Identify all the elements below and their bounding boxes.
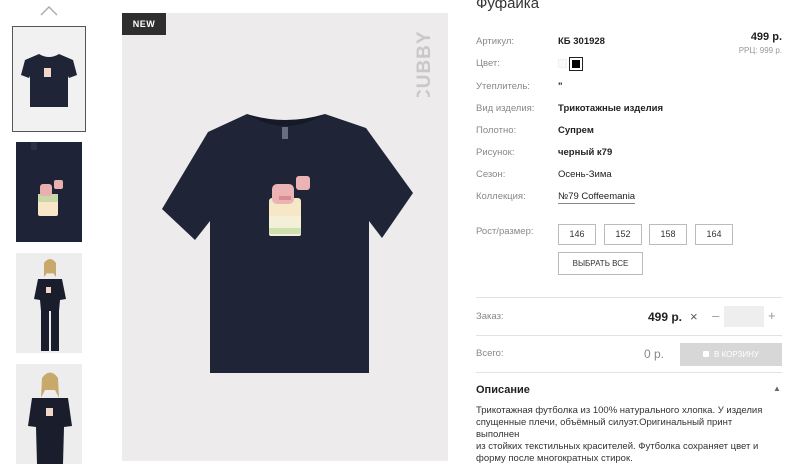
increase-quantity-button[interactable]: + (768, 308, 776, 323)
divider (476, 372, 782, 373)
total-label: Всего: (476, 348, 504, 359)
fabric-value: Супрем (558, 125, 594, 136)
pattern-label: Рисунок: (476, 147, 515, 158)
product-type-value: Трикотажные изделия (558, 103, 664, 114)
add-to-cart-label: В КОРЗИНУ (714, 350, 759, 359)
description-heading[interactable]: Описание (476, 384, 530, 396)
description-line: форму после многократных стирок. (476, 453, 633, 464)
select-all-sizes-button[interactable]: ВЫБРАТЬ ВСЕ (558, 252, 643, 275)
model-full-graphic (16, 253, 82, 353)
article-value: КБ 301928 (558, 36, 605, 47)
description-text: Трикотажная футболка из 100% натуральног… (476, 405, 776, 465)
collection-link[interactable]: №79 Coffeemania (558, 191, 636, 204)
size-button-152[interactable]: 152 (604, 224, 642, 245)
color-label: Цвет: (476, 58, 500, 69)
total-value: 0 р. (644, 347, 665, 361)
thumbnail-gallery (0, 0, 100, 464)
tshirt-graphic (162, 114, 413, 373)
tshirt-thumb-graphic (21, 54, 77, 107)
order-price: 499 р. (648, 310, 683, 324)
thumbnail-image[interactable] (16, 253, 82, 353)
description-line: из стойких текстильных красителей. Футбо… (476, 441, 759, 452)
thumbnail-image[interactable] (16, 364, 82, 464)
product-title: Фуфайка (476, 0, 540, 12)
thumbnail-image[interactable] (12, 26, 86, 132)
pattern-value: черный к79 (558, 147, 613, 158)
insulation-value: " (558, 81, 563, 92)
article-label: Артикул: (476, 36, 515, 47)
description-line: спущенные плечи, объёмный силуэт.Оригина… (476, 417, 733, 440)
color-swatch-white[interactable] (558, 59, 567, 68)
season-value: Осень-Зима (558, 169, 612, 180)
size-label: Рост/размер: (476, 226, 534, 237)
chevron-up-icon[interactable] (39, 4, 59, 18)
recommended-price: РРЦ: 999 р. (738, 46, 782, 55)
multiply-sign: × (690, 309, 698, 324)
color-swatch-black[interactable] (569, 57, 583, 71)
size-button-158[interactable]: 158 (649, 224, 687, 245)
caret-up-icon[interactable]: ▲ (773, 384, 781, 393)
product-type-label: Вид изделия: (476, 103, 535, 114)
collection-label: Коллекция: (476, 191, 526, 202)
size-button-146[interactable]: 146 (558, 224, 596, 245)
add-to-cart-button[interactable]: В КОРЗИНУ (680, 343, 782, 366)
fabric-label: Полотно: (476, 125, 517, 136)
decrease-quantity-button[interactable]: – (712, 308, 719, 323)
insulation-label: Утеплитель: (476, 81, 530, 92)
divider (476, 297, 782, 298)
order-label: Заказ: (476, 311, 504, 322)
divider (476, 335, 782, 336)
season-label: Сезон: (476, 169, 506, 180)
quantity-input[interactable] (724, 306, 764, 327)
main-product-image[interactable]: NEW CUBBY (122, 13, 448, 461)
size-button-164[interactable]: 164 (695, 224, 733, 245)
model-half-graphic (16, 364, 82, 464)
print-closeup-graphic (16, 142, 82, 242)
thumbnail-image[interactable] (16, 142, 82, 242)
product-info-panel: Фуфайка 499 р. РРЦ: 999 р. Артикул: КБ 3… (476, 0, 800, 464)
cart-icon (703, 351, 710, 357)
product-price: 499 р. (750, 31, 782, 43)
description-line: Трикотажная футболка из 100% натуральног… (476, 405, 763, 416)
